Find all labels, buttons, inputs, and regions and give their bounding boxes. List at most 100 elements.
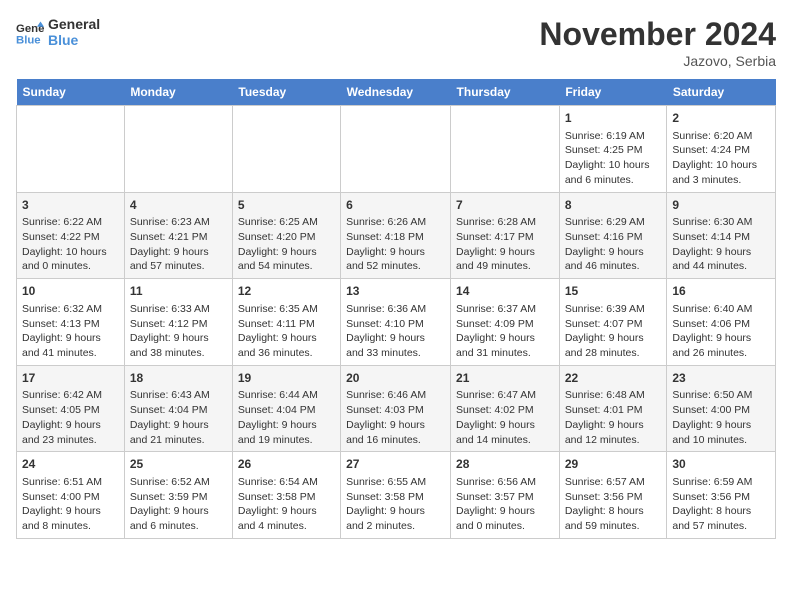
day-info: Daylight: 9 hours and 4 minutes. bbox=[238, 504, 335, 533]
day-info: Daylight: 9 hours and 23 minutes. bbox=[22, 418, 119, 447]
day-info: Sunrise: 6:19 AM bbox=[565, 129, 662, 144]
calendar-week-row: 1Sunrise: 6:19 AMSunset: 4:25 PMDaylight… bbox=[17, 106, 776, 193]
weekday-header: Monday bbox=[124, 79, 232, 106]
day-number: 9 bbox=[672, 197, 770, 214]
day-number: 20 bbox=[346, 370, 445, 387]
day-info: Sunset: 4:14 PM bbox=[672, 230, 770, 245]
calendar-week-row: 3Sunrise: 6:22 AMSunset: 4:22 PMDaylight… bbox=[17, 192, 776, 279]
day-info: Sunrise: 6:20 AM bbox=[672, 129, 770, 144]
svg-text:Blue: Blue bbox=[16, 34, 41, 46]
day-info: Sunset: 4:13 PM bbox=[22, 317, 119, 332]
logo-icon: General Blue bbox=[16, 18, 44, 46]
calendar-cell: 10 Sunrise: 6:32 AMSunset: 4:13 PMDayligh… bbox=[17, 279, 125, 366]
day-number: 28 bbox=[456, 456, 554, 473]
calendar-cell: 1Sunrise: 6:19 AMSunset: 4:25 PMDaylight… bbox=[559, 106, 667, 193]
day-info: Daylight: 9 hours and 10 minutes. bbox=[672, 418, 770, 447]
day-info: Sunset: 3:59 PM bbox=[130, 490, 227, 505]
calendar-cell bbox=[17, 106, 125, 193]
day-info: Sunrise: 6:44 AM bbox=[238, 388, 335, 403]
day-info: Sunset: 4:22 PM bbox=[22, 230, 119, 245]
day-info: Daylight: 9 hours and 16 minutes. bbox=[346, 418, 445, 447]
day-info: Sunset: 4:20 PM bbox=[238, 230, 335, 245]
day-info: Daylight: 9 hours and 46 minutes. bbox=[565, 245, 662, 274]
day-info: Sunset: 4:12 PM bbox=[130, 317, 227, 332]
logo: General Blue General Blue bbox=[16, 16, 100, 48]
weekday-header: Wednesday bbox=[341, 79, 451, 106]
calendar-cell: 21Sunrise: 6:47 AMSunset: 4:02 PMDayligh… bbox=[451, 365, 560, 452]
day-number: 30 bbox=[672, 456, 770, 473]
day-info: Sunset: 4:18 PM bbox=[346, 230, 445, 245]
day-info: Daylight: 9 hours and 21 minutes. bbox=[130, 418, 227, 447]
day-info: Daylight: 9 hours and 36 minutes. bbox=[238, 331, 335, 360]
day-info: Daylight: 9 hours and 12 minutes. bbox=[565, 418, 662, 447]
calendar-cell: 30Sunrise: 6:59 AMSunset: 3:56 PMDayligh… bbox=[667, 452, 776, 539]
weekday-header: Saturday bbox=[667, 79, 776, 106]
day-info: Sunset: 3:58 PM bbox=[346, 490, 445, 505]
day-info: Sunrise: 6:55 AM bbox=[346, 475, 445, 490]
day-info: Daylight: 9 hours and 31 minutes. bbox=[456, 331, 554, 360]
calendar-cell: 17Sunrise: 6:42 AMSunset: 4:05 PMDayligh… bbox=[17, 365, 125, 452]
day-info: Daylight: 9 hours and 54 minutes. bbox=[238, 245, 335, 274]
calendar-cell: 16Sunrise: 6:40 AMSunset: 4:06 PMDayligh… bbox=[667, 279, 776, 366]
day-info: Sunrise: 6:57 AM bbox=[565, 475, 662, 490]
day-number: 25 bbox=[130, 456, 227, 473]
calendar-cell bbox=[451, 106, 560, 193]
day-number: 8 bbox=[565, 197, 662, 214]
day-number: 10 bbox=[22, 283, 119, 300]
day-number: 6 bbox=[346, 197, 445, 214]
day-info: Sunset: 4:00 PM bbox=[672, 403, 770, 418]
calendar-cell: 7Sunrise: 6:28 AMSunset: 4:17 PMDaylight… bbox=[451, 192, 560, 279]
day-info: Sunrise: 6:47 AM bbox=[456, 388, 554, 403]
day-info: Sunrise: 6:23 AM bbox=[130, 215, 227, 230]
day-info: Sunrise: 6:25 AM bbox=[238, 215, 335, 230]
day-info: Sunrise: 6:48 AM bbox=[565, 388, 662, 403]
day-info: Sunset: 4:09 PM bbox=[456, 317, 554, 332]
day-info: Daylight: 9 hours and 38 minutes. bbox=[130, 331, 227, 360]
day-info: Sunrise: 6:52 AM bbox=[130, 475, 227, 490]
calendar-cell: 14Sunrise: 6:37 AMSunset: 4:09 PMDayligh… bbox=[451, 279, 560, 366]
day-info: Daylight: 9 hours and 19 minutes. bbox=[238, 418, 335, 447]
day-info: Sunset: 4:06 PM bbox=[672, 317, 770, 332]
day-info: Sunset: 4:04 PM bbox=[130, 403, 227, 418]
calendar-cell bbox=[124, 106, 232, 193]
day-info: Sunrise: 6:50 AM bbox=[672, 388, 770, 403]
calendar-cell bbox=[341, 106, 451, 193]
day-number: 13 bbox=[346, 283, 445, 300]
day-info: Sunrise: 6:33 AM bbox=[130, 302, 227, 317]
day-info: Daylight: 9 hours and 0 minutes. bbox=[456, 504, 554, 533]
calendar-body: 1Sunrise: 6:19 AMSunset: 4:25 PMDaylight… bbox=[17, 106, 776, 539]
day-info: Sunset: 4:05 PM bbox=[22, 403, 119, 418]
weekday-header: Tuesday bbox=[232, 79, 340, 106]
day-info: Daylight: 10 hours and 6 minutes. bbox=[565, 158, 662, 187]
day-info: Daylight: 9 hours and 6 minutes. bbox=[130, 504, 227, 533]
calendar-cell: 23Sunrise: 6:50 AMSunset: 4:00 PMDayligh… bbox=[667, 365, 776, 452]
day-info: Sunset: 4:11 PM bbox=[238, 317, 335, 332]
calendar-header: SundayMondayTuesdayWednesdayThursdayFrid… bbox=[17, 79, 776, 106]
day-number: 24 bbox=[22, 456, 119, 473]
day-info: Sunrise: 6:35 AM bbox=[238, 302, 335, 317]
day-number: 29 bbox=[565, 456, 662, 473]
day-number: 22 bbox=[565, 370, 662, 387]
day-info: Sunset: 3:57 PM bbox=[456, 490, 554, 505]
day-number: 12 bbox=[238, 283, 335, 300]
day-info: Sunrise: 6:28 AM bbox=[456, 215, 554, 230]
calendar-cell: 18Sunrise: 6:43 AMSunset: 4:04 PMDayligh… bbox=[124, 365, 232, 452]
calendar-cell: 22Sunrise: 6:48 AMSunset: 4:01 PMDayligh… bbox=[559, 365, 667, 452]
logo-line2: Blue bbox=[48, 32, 100, 48]
day-info: Sunrise: 6:29 AM bbox=[565, 215, 662, 230]
day-number: 19 bbox=[238, 370, 335, 387]
day-info: Daylight: 9 hours and 28 minutes. bbox=[565, 331, 662, 360]
day-info: Daylight: 9 hours and 41 minutes. bbox=[22, 331, 119, 360]
calendar-cell bbox=[232, 106, 340, 193]
day-number: 2 bbox=[672, 110, 770, 127]
day-info: Sunset: 3:56 PM bbox=[565, 490, 662, 505]
day-info: Sunrise: 6:40 AM bbox=[672, 302, 770, 317]
day-info: Sunset: 3:58 PM bbox=[238, 490, 335, 505]
day-info: Sunrise: 6:32 AM bbox=[22, 302, 119, 317]
page-header: General Blue General Blue November 2024 … bbox=[16, 16, 776, 69]
calendar-cell: 11Sunrise: 6:33 AMSunset: 4:12 PMDayligh… bbox=[124, 279, 232, 366]
day-info: Sunset: 4:02 PM bbox=[456, 403, 554, 418]
day-info: Daylight: 8 hours and 59 minutes. bbox=[565, 504, 662, 533]
day-info: Sunset: 4:25 PM bbox=[565, 143, 662, 158]
calendar-week-row: 24Sunrise: 6:51 AMSunset: 4:00 PMDayligh… bbox=[17, 452, 776, 539]
